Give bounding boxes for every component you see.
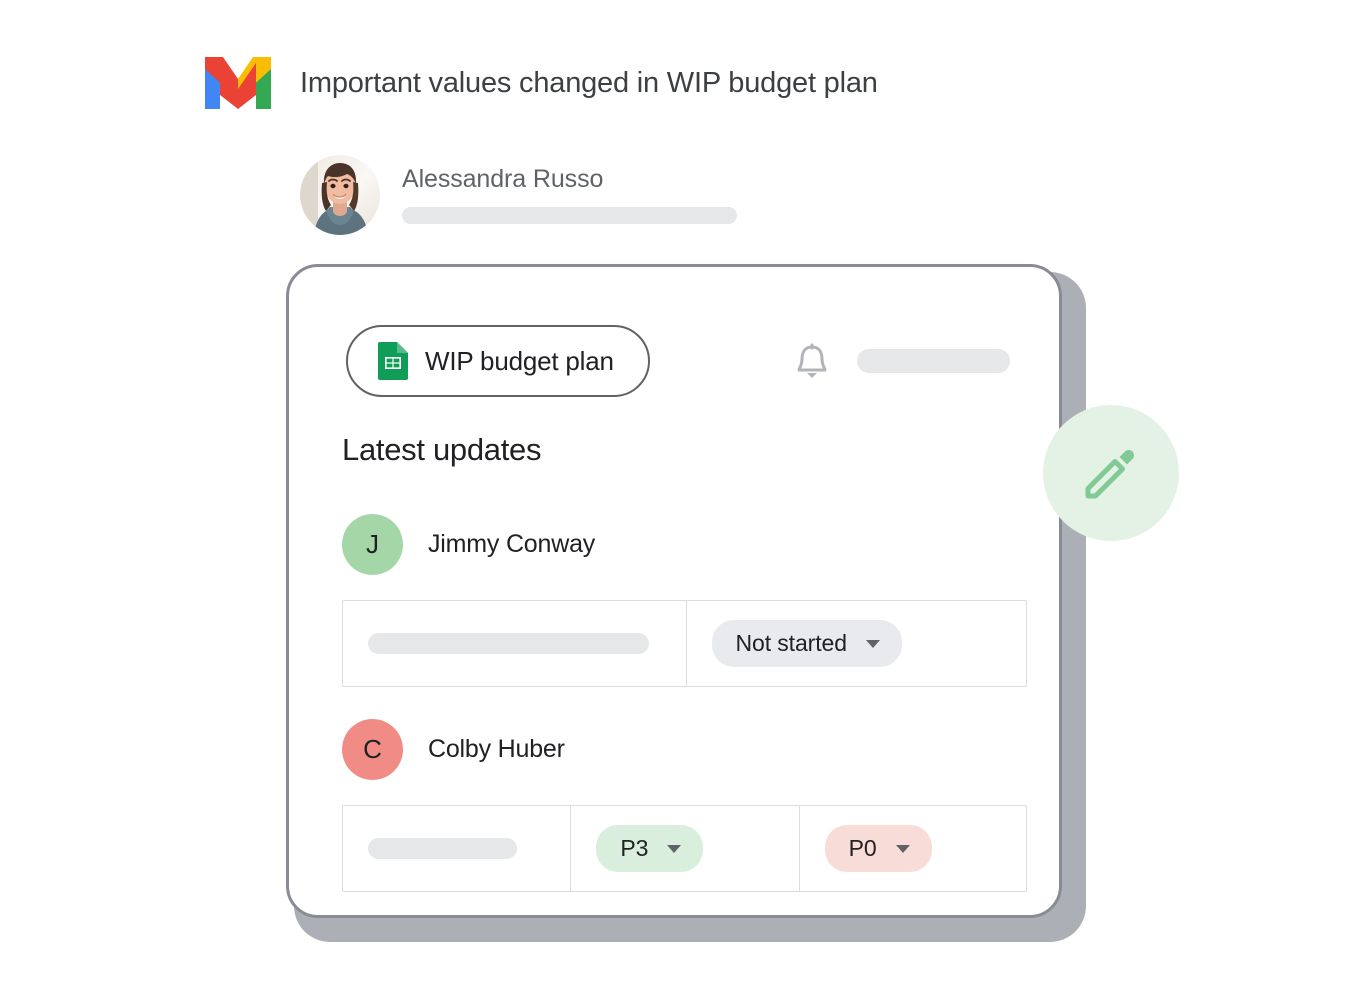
pencil-icon — [1082, 444, 1140, 502]
sender-row: Alessandra Russo — [300, 155, 737, 235]
notification-placeholder — [856, 349, 1010, 373]
edit-fab-button[interactable] — [1043, 405, 1179, 541]
status-dropdown[interactable]: Not started — [711, 620, 902, 667]
chevron-down-icon — [667, 844, 682, 853]
priority-dropdown-p0-label: P0 — [848, 835, 877, 861]
priority-dropdown-p0[interactable]: P0 — [824, 825, 932, 872]
content-placeholder — [368, 633, 649, 654]
person-name: Jimmy Conway — [428, 530, 596, 558]
table-row: P3 P0 — [342, 805, 1027, 892]
person-row: C Colby Huber — [342, 719, 1027, 780]
update-entry: J Jimmy Conway Not started — [342, 514, 1027, 687]
priority-dropdown-p3-label: P3 — [620, 835, 649, 861]
table-cell-placeholder — [343, 601, 687, 686]
chevron-down-icon — [895, 844, 910, 853]
table-cell-priority-current: P0 — [800, 806, 1026, 891]
avatar: C — [342, 719, 403, 780]
email-header: Important values changed in WIP budget p… — [200, 55, 878, 111]
status-dropdown-label: Not started — [735, 630, 848, 656]
person-name: Colby Huber — [428, 735, 565, 763]
section-title: Latest updates — [342, 432, 542, 467]
gmail-logo-icon — [200, 55, 276, 111]
email-snippet-placeholder — [402, 207, 737, 224]
table-row: Not started — [342, 600, 1027, 687]
chevron-down-icon — [865, 639, 880, 648]
avatar — [300, 155, 380, 235]
document-chip-label: WIP budget plan — [425, 345, 614, 376]
table-cell-priority-previous: P3 — [571, 806, 800, 891]
table-cell-status: Not started — [687, 601, 1027, 686]
email-subject: Important values changed in WIP budget p… — [300, 66, 878, 99]
document-chip[interactable]: WIP budget plan — [346, 325, 650, 397]
avatar: J — [342, 514, 403, 575]
priority-dropdown-p3[interactable]: P3 — [596, 825, 704, 872]
sender-name: Alessandra Russo — [402, 165, 604, 193]
bell-icon[interactable] — [795, 342, 829, 380]
google-sheets-icon — [378, 342, 408, 380]
table-cell-placeholder — [343, 806, 572, 891]
update-entry: C Colby Huber P3 P0 — [342, 719, 1027, 892]
content-placeholder — [368, 838, 517, 859]
person-row: J Jimmy Conway — [342, 514, 1027, 575]
card-topbar: WIP budget plan — [346, 325, 1019, 397]
notification-area — [795, 342, 1010, 380]
